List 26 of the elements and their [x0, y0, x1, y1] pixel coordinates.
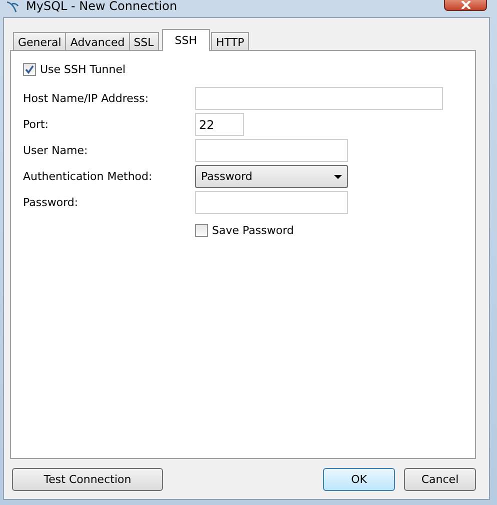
close-button[interactable] — [444, 0, 487, 11]
checkbox-label: Save Password — [212, 224, 294, 236]
field-label: Port: — [23, 118, 50, 131]
dialog-button[interactable]: Test Connection — [12, 468, 163, 491]
field-label: Password: — [23, 196, 80, 209]
dialog-button[interactable]: OK — [323, 468, 395, 491]
window-title: MySQL - New Connection — [26, 0, 178, 13]
tab[interactable]: HTTP — [211, 32, 250, 51]
dialog-button[interactable]: Cancel — [404, 468, 476, 491]
tab[interactable]: General — [13, 32, 66, 51]
tab[interactable]: Advanced — [65, 32, 130, 51]
input-field[interactable] — [195, 191, 348, 214]
tab[interactable]: SSL — [128, 32, 159, 51]
caret-icon — [334, 174, 342, 178]
checkbox[interactable] — [23, 62, 36, 76]
field-label: Host Name/IP Address: — [23, 92, 150, 105]
checkbox[interactable] — [195, 224, 208, 236]
field-label: User Name: — [23, 144, 89, 157]
field-label: Authentication Method: — [23, 170, 154, 183]
close-icon — [460, 1, 470, 9]
tab[interactable]: SSH — [162, 29, 210, 51]
checkbox-label: Use SSH Tunnel — [40, 62, 126, 76]
dropdown[interactable]: Password — [195, 165, 348, 188]
input-field[interactable] — [195, 87, 443, 110]
input-field[interactable] — [195, 139, 348, 162]
input-field[interactable]: 22 — [195, 113, 244, 136]
